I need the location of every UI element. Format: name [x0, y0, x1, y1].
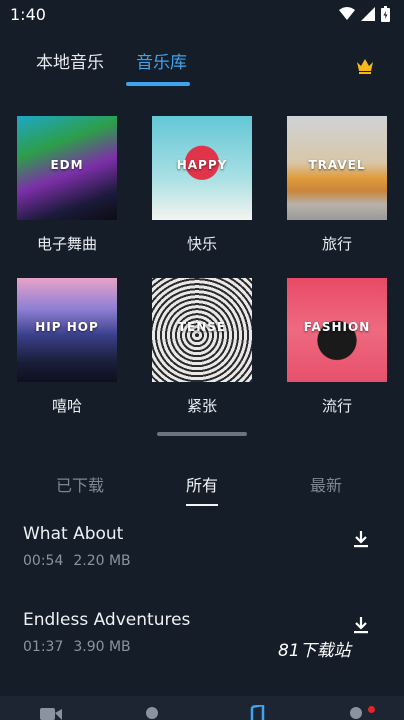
video-icon[interactable]: [40, 705, 62, 720]
genre-card-fashion[interactable]: FASHION 流行: [287, 278, 387, 416]
genre-label: 嘻哈: [51, 397, 82, 415]
genre-label: 快乐: [186, 235, 217, 253]
crown-icon[interactable]: [356, 58, 374, 74]
genre-cover-hip-hop: HIP HOP: [17, 278, 117, 382]
track-duration: 01:37: [23, 639, 64, 655]
genre-cover-tense: TENSE: [152, 278, 252, 382]
notification-badge: [368, 706, 375, 713]
genre-card-tense[interactable]: TENSE 紧张: [152, 278, 252, 416]
status-bar: 1:40: [0, 0, 404, 30]
genre-cover-fashion: FASHION: [287, 278, 387, 382]
wifi-icon: [339, 7, 355, 20]
genre-cover-text: EDM: [50, 158, 84, 172]
profile-icon[interactable]: [144, 705, 160, 720]
genre-cover-happy: HAPPY: [152, 116, 252, 220]
battery-icon: [381, 6, 390, 22]
genre-label: 流行: [321, 397, 352, 415]
download-icon[interactable]: [352, 530, 370, 548]
sub-tabs: 已下载 所有 最新: [0, 470, 404, 510]
genre-cover-text: FASHION: [303, 320, 371, 334]
tab-all[interactable]: 所有: [186, 472, 218, 496]
me-icon[interactable]: [348, 705, 364, 720]
genre-cover-travel: TRAVEL: [287, 116, 387, 220]
active-subtab-indicator: [186, 504, 218, 506]
genre-label: 旅行: [321, 235, 352, 253]
track-meta: 01:37 3.90 MB: [23, 639, 141, 655]
genre-cover-text: TRAVEL: [308, 158, 366, 172]
genre-cover-text: HAPPY: [176, 158, 228, 172]
tab-downloaded[interactable]: 已下载: [56, 472, 104, 496]
tab-latest[interactable]: 最新: [310, 472, 342, 496]
top-tabs: 本地音乐 音乐库: [0, 44, 404, 94]
genre-label: 紧张: [186, 397, 217, 415]
tab-local-music[interactable]: 本地音乐: [36, 48, 104, 73]
music-icon[interactable]: [247, 705, 265, 720]
genre-card-hip-hop[interactable]: HIP HOP 嘻哈: [17, 278, 117, 416]
track-size: 2.20 MB: [73, 553, 131, 569]
status-time: 1:40: [10, 5, 46, 24]
track-size: 3.90 MB: [73, 639, 131, 655]
drag-handle[interactable]: [157, 432, 247, 436]
signal-icon: [361, 7, 375, 21]
track-title: Endless Adventures: [23, 610, 191, 630]
active-tab-indicator: [126, 82, 190, 86]
bottom-nav: [0, 696, 404, 720]
genre-label: 电子舞曲: [36, 235, 97, 253]
genre-cover-text: HIP HOP: [35, 320, 99, 334]
track-title: What About: [23, 524, 124, 544]
track-row[interactable]: What About 00:54 2.20 MB: [0, 524, 404, 594]
genre-cover-text: TENSE: [177, 320, 227, 334]
tab-music-library[interactable]: 音乐库: [136, 48, 187, 73]
status-icons: [339, 6, 390, 22]
track-meta: 00:54 2.20 MB: [23, 553, 141, 569]
watermark: 81下载站: [278, 641, 351, 661]
genre-card-travel[interactable]: TRAVEL 旅行: [287, 116, 387, 254]
download-icon[interactable]: [352, 616, 370, 634]
track-duration: 00:54: [23, 553, 64, 569]
genre-card-edm[interactable]: EDM 电子舞曲: [17, 116, 117, 254]
genre-cover-edm: EDM: [17, 116, 117, 220]
genre-card-happy[interactable]: HAPPY 快乐: [152, 116, 252, 254]
